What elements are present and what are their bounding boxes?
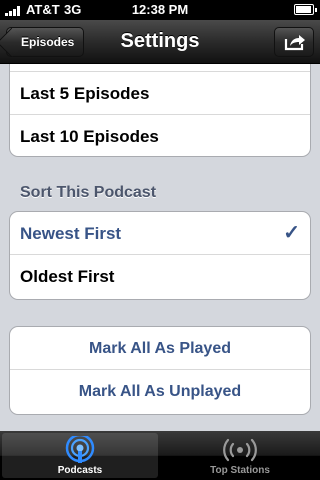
sort-options-group: Newest First ✓ Oldest First bbox=[9, 211, 311, 300]
list-item-label: Last 5 Episodes bbox=[20, 84, 150, 103]
back-button-label: Episodes bbox=[21, 35, 75, 49]
mark-actions-group: Mark All As Played Mark All As Unplayed bbox=[9, 326, 311, 415]
sort-option-newest[interactable]: Newest First ✓ bbox=[10, 212, 310, 255]
share-icon bbox=[284, 35, 305, 51]
list-item-label: Last 10 Episodes bbox=[20, 127, 159, 146]
sort-option-label: Oldest First bbox=[20, 267, 115, 286]
broadcast-icon bbox=[162, 436, 318, 464]
share-button[interactable] bbox=[274, 27, 314, 57]
status-bar: AT&T 3G 12:38 PM bbox=[0, 0, 320, 20]
mark-all-unplayed-button[interactable]: Mark All As Unplayed bbox=[10, 370, 310, 413]
tab-podcasts[interactable]: Podcasts bbox=[2, 433, 158, 478]
mark-all-played-button[interactable]: Mark All As Played bbox=[10, 327, 310, 370]
section-header: Sort This Podcast bbox=[20, 184, 157, 201]
list-item[interactable]: Last 5 Episodes bbox=[10, 72, 310, 115]
tab-top-stations[interactable]: Top Stations bbox=[162, 433, 318, 478]
navigation-bar: Episodes Settings bbox=[0, 20, 320, 64]
list-item[interactable]: Last 10 Episodes bbox=[10, 115, 310, 156]
sort-option-label: Newest First bbox=[20, 224, 122, 243]
checkmark-icon: ✓ bbox=[283, 222, 300, 244]
tab-label: Podcasts bbox=[57, 465, 103, 476]
battery-icon bbox=[294, 4, 317, 15]
sort-option-oldest[interactable]: Oldest First bbox=[10, 255, 310, 298]
status-time: 12:38 PM bbox=[131, 2, 189, 17]
podcast-icon bbox=[2, 433, 158, 464]
tab-label: Top Stations bbox=[210, 465, 270, 476]
tab-bar: Podcasts Top Stations bbox=[0, 431, 320, 480]
